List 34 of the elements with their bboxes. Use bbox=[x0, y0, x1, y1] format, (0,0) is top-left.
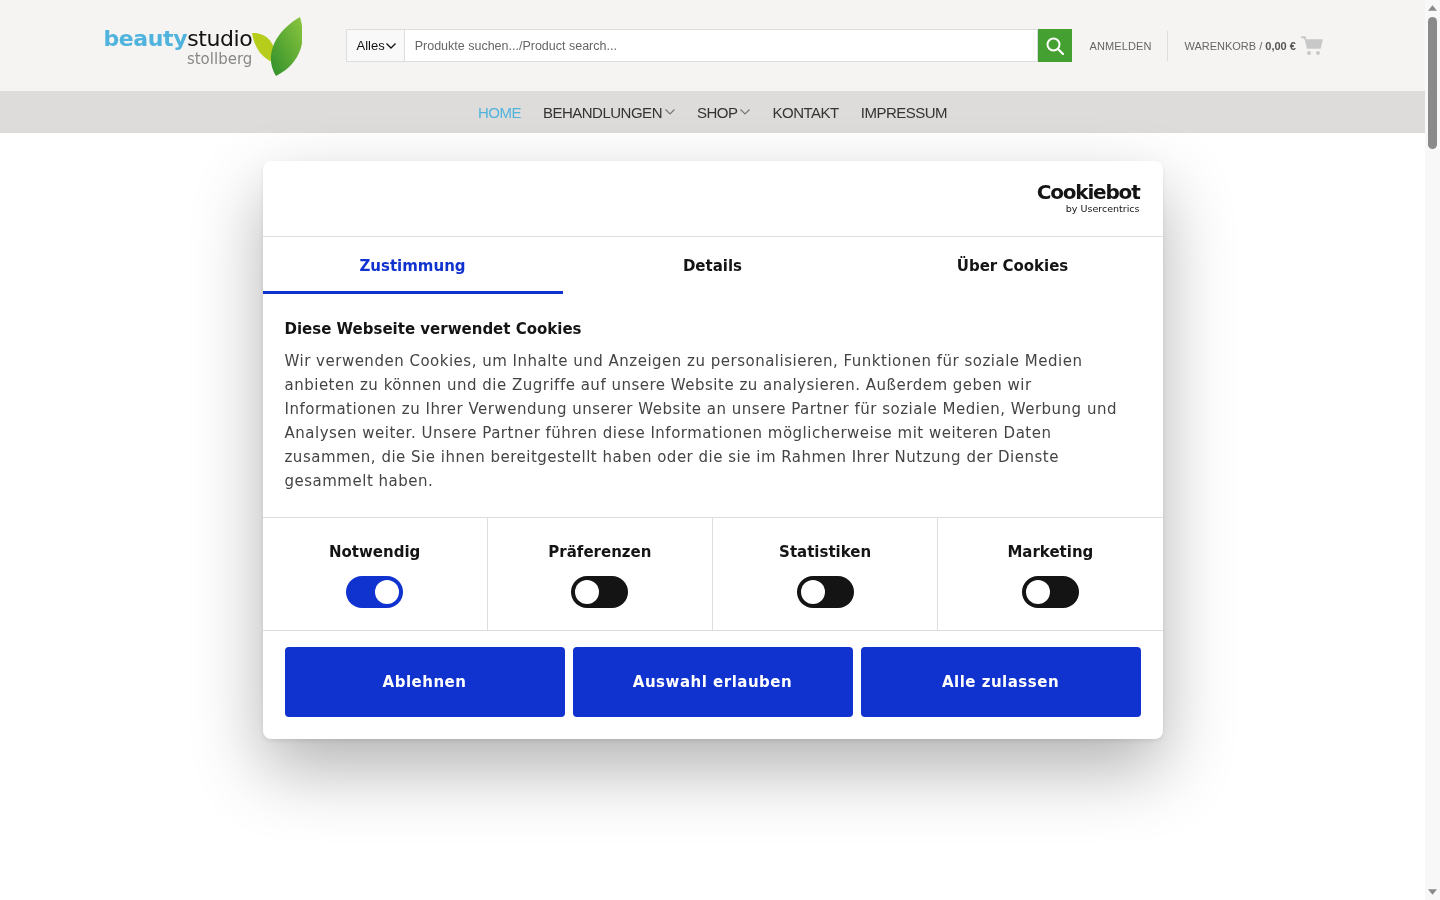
chevron-down-icon bbox=[385, 42, 396, 49]
consent-button[interactable]: Ablehnen bbox=[284, 647, 565, 717]
scroll-up-icon[interactable] bbox=[1428, 5, 1437, 11]
consent-button[interactable]: Alle zulassen bbox=[860, 647, 1141, 717]
dialog-tab[interactable]: Über Cookies bbox=[862, 237, 1163, 294]
toggle-switch[interactable] bbox=[571, 576, 629, 608]
category-label: Notwendig bbox=[328, 543, 421, 561]
nav-link[interactable]: SHOP bbox=[696, 103, 751, 121]
login-link[interactable]: ANMELDEN bbox=[1089, 39, 1152, 52]
logo-wordmark[interactable]: beautystudio bbox=[103, 27, 253, 51]
toggle-switch[interactable] bbox=[796, 576, 854, 608]
search-button[interactable] bbox=[1037, 29, 1072, 62]
dialog-tab[interactable]: Zustimmung bbox=[262, 237, 563, 294]
leaf-icon bbox=[252, 17, 303, 76]
consent-button[interactable]: Auswahl erlauben bbox=[572, 647, 853, 717]
nav-link[interactable]: KONTAKT bbox=[772, 103, 839, 121]
scrollbar-thumb[interactable] bbox=[1428, 17, 1437, 149]
nav-link[interactable]: IMPRESSUM bbox=[860, 103, 948, 121]
search-icon bbox=[1045, 36, 1064, 55]
category-label: Statistiken bbox=[779, 543, 872, 561]
category-label: Präferenzen bbox=[548, 543, 652, 561]
cart-link[interactable]: WARENKORB / 0,00 € bbox=[1184, 35, 1323, 56]
cart-icon bbox=[1300, 35, 1323, 56]
logo-byline: by Usercentrics bbox=[1065, 202, 1140, 214]
category-label: Marketing bbox=[1007, 543, 1094, 561]
dialog-title: Diese Webseite verwendet Cookies bbox=[284, 319, 583, 339]
toggle-switch[interactable] bbox=[346, 576, 404, 608]
toggle-switch[interactable] bbox=[1021, 576, 1079, 608]
cookiebot-logo: Cookiebot bbox=[1036, 181, 1140, 203]
nav-link[interactable]: BEHANDLUNGEN bbox=[542, 103, 675, 121]
category-select[interactable]: Alles bbox=[345, 29, 405, 62]
cookie-description: Wir verwenden Cookies, um Inhalte und Anzeigen zu personalisieren, Funktionen für soziale Medien anbieten zu können und die Zugriffe auf unsere Website zu analysieren. Außerdem geben wir Informationen zu Ihrer Verwendung unserer Website an unsere Partner für soziale Medien, Werbung und Analysen weiter. Unsere Partner führen diese Informationen möglicherweise mit weiteren Daten zusammen, die Sie ihnen bereitgestellt haben oder die sie im Rahmen Ihrer Nutzung der Dienste gesammelt haben. bbox=[284, 351, 1118, 492]
search-field[interactable]: Produkte suchen.../Product search... bbox=[404, 29, 1038, 62]
scroll-down-icon[interactable] bbox=[1428, 889, 1437, 895]
